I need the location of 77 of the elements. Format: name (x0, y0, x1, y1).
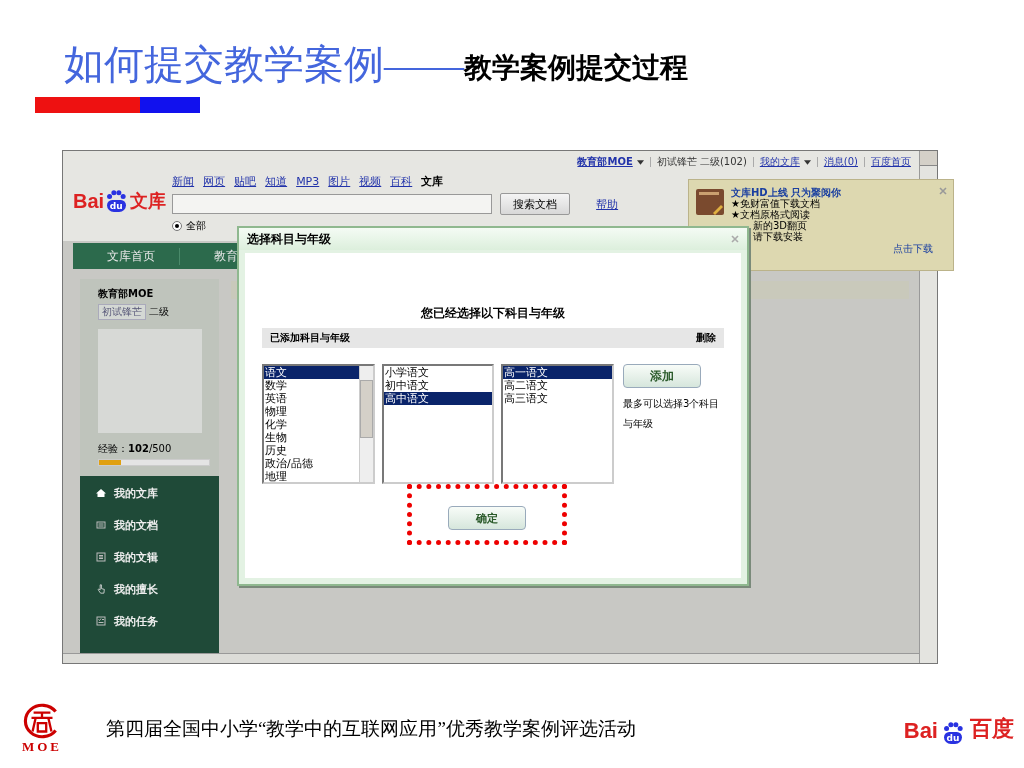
list-option[interactable]: 语文 (264, 366, 359, 379)
dialog-heading: 您已经选择以下科目与年级 (420, 305, 566, 322)
moe-logo: MOE (14, 703, 70, 755)
search-field[interactable] (172, 194, 493, 214)
menu-item[interactable]: 我的文档 (114, 517, 158, 533)
added-label: 已添加科目与年级 (270, 331, 350, 345)
delete-link[interactable]: 删除 (696, 331, 716, 345)
list-option[interactable]: 高一语文 (503, 366, 613, 379)
limit-note: 最多可以选择3个科目与年级 (623, 397, 721, 431)
promo-line: 新的3D翻页 (753, 220, 808, 231)
document-icon (96, 520, 106, 530)
user-name: 教育部MOE (98, 287, 155, 301)
list-option[interactable]: 高二语文 (503, 379, 613, 392)
menu-item[interactable]: 我的文库 (114, 485, 158, 501)
nav-link[interactable]: 文库 (421, 173, 444, 189)
list-box[interactable]: 高一语文 高二语文 高三语文 (501, 364, 615, 484)
download-link[interactable]: 点击下载 (893, 243, 933, 254)
nav-link[interactable]: MP3 (296, 174, 320, 188)
user-level-text: 初试锋芒 二级(102) (656, 155, 747, 169)
help-link[interactable]: 帮助 (596, 196, 619, 212)
list-option[interactable]: 物理 (264, 405, 359, 418)
house-icon (96, 488, 106, 498)
promo-line: 请下载安装 (753, 231, 803, 242)
list-option[interactable]: 地理 (264, 470, 359, 483)
radio-label[interactable]: 全部 (186, 219, 207, 233)
caret-icon (636, 159, 644, 165)
footer-text: 第四届全国中小学“教学中的互联网应用”优秀教学案例评选活动 (106, 717, 637, 741)
promo-line: ★文档原格式阅读 (731, 209, 810, 220)
confirm-button[interactable]: 确定 (448, 506, 526, 530)
slide-subtitle: 教学案例提交过程 (464, 51, 688, 85)
dialog-title: 选择科目与年级 (247, 230, 331, 248)
radio-button[interactable] (172, 221, 183, 231)
list-box[interactable]: 语文 数学 英语 物理 化学 生物 历史 政治/品德 地理 (262, 364, 375, 484)
top-link[interactable]: 百度首页 (871, 155, 911, 169)
list-option[interactable]: 政治/品德 (264, 457, 359, 470)
close-icon[interactable] (731, 235, 739, 243)
promo-line: ★免财富值下载文档 (731, 198, 820, 209)
nav-link[interactable]: 新闻 (172, 173, 195, 189)
menu-item[interactable]: 我的任务 (114, 613, 158, 629)
top-link[interactable]: 消息(0) (823, 155, 858, 169)
slide-title: 如何提交教学案例—— (64, 41, 464, 89)
close-icon[interactable] (939, 187, 947, 195)
caret-icon (803, 159, 811, 165)
list-option[interactable]: 化学 (264, 418, 359, 431)
list-option[interactable]: 数学 (264, 379, 359, 392)
title-badge: 初试锋芒 (98, 304, 146, 320)
search-button[interactable]: 搜索文档 (500, 193, 571, 215)
list-option[interactable]: 初中语文 (383, 379, 493, 392)
list-box[interactable]: 小学语文 初中语文 高中语文 (381, 364, 495, 484)
user-menu-link[interactable]: 教育部MOE (577, 155, 633, 169)
pointing-hand-icon (96, 584, 106, 594)
rank-text: 二级 (149, 305, 169, 319)
experience-text: 经验：102/500 (98, 442, 173, 456)
list-option[interactable]: 历史 (264, 444, 359, 457)
nav-link[interactable]: 视频 (359, 173, 382, 189)
menu-item[interactable]: 我的文辑 (114, 549, 158, 565)
list-option[interactable]: 生物 (264, 431, 359, 444)
list-option[interactable]: 英语 (264, 392, 359, 405)
add-button[interactable]: 添加 (623, 364, 702, 388)
nav-link[interactable]: 图片 (328, 173, 351, 189)
menu-item[interactable]: 我的擅长 (114, 581, 158, 597)
nav-link[interactable]: 贴吧 (234, 173, 257, 189)
nav-link[interactable]: 百科 (390, 173, 413, 189)
book-icon (695, 187, 725, 217)
nav-tab[interactable]: 文库首页 (73, 247, 180, 265)
list-option[interactable]: 小学语文 (383, 366, 493, 379)
promo-title: 文库HD上线 只为聚阅你 (731, 187, 843, 198)
list-scrollbar[interactable] (358, 366, 373, 482)
baidu-logo: Bai du 百度 (903, 715, 1014, 744)
list-option[interactable]: 高中语文 (383, 392, 493, 405)
nav-link[interactable]: 网页 (203, 173, 226, 189)
user-menu-link[interactable]: 我的文库 (759, 155, 800, 169)
list-option[interactable]: 高三语文 (503, 392, 613, 405)
checklist-icon (96, 616, 106, 626)
stacked-documents-icon (96, 552, 106, 562)
wenku-logo[interactable]: Bai du 文库 (73, 183, 167, 219)
nav-link[interactable]: 知道 (265, 173, 288, 189)
